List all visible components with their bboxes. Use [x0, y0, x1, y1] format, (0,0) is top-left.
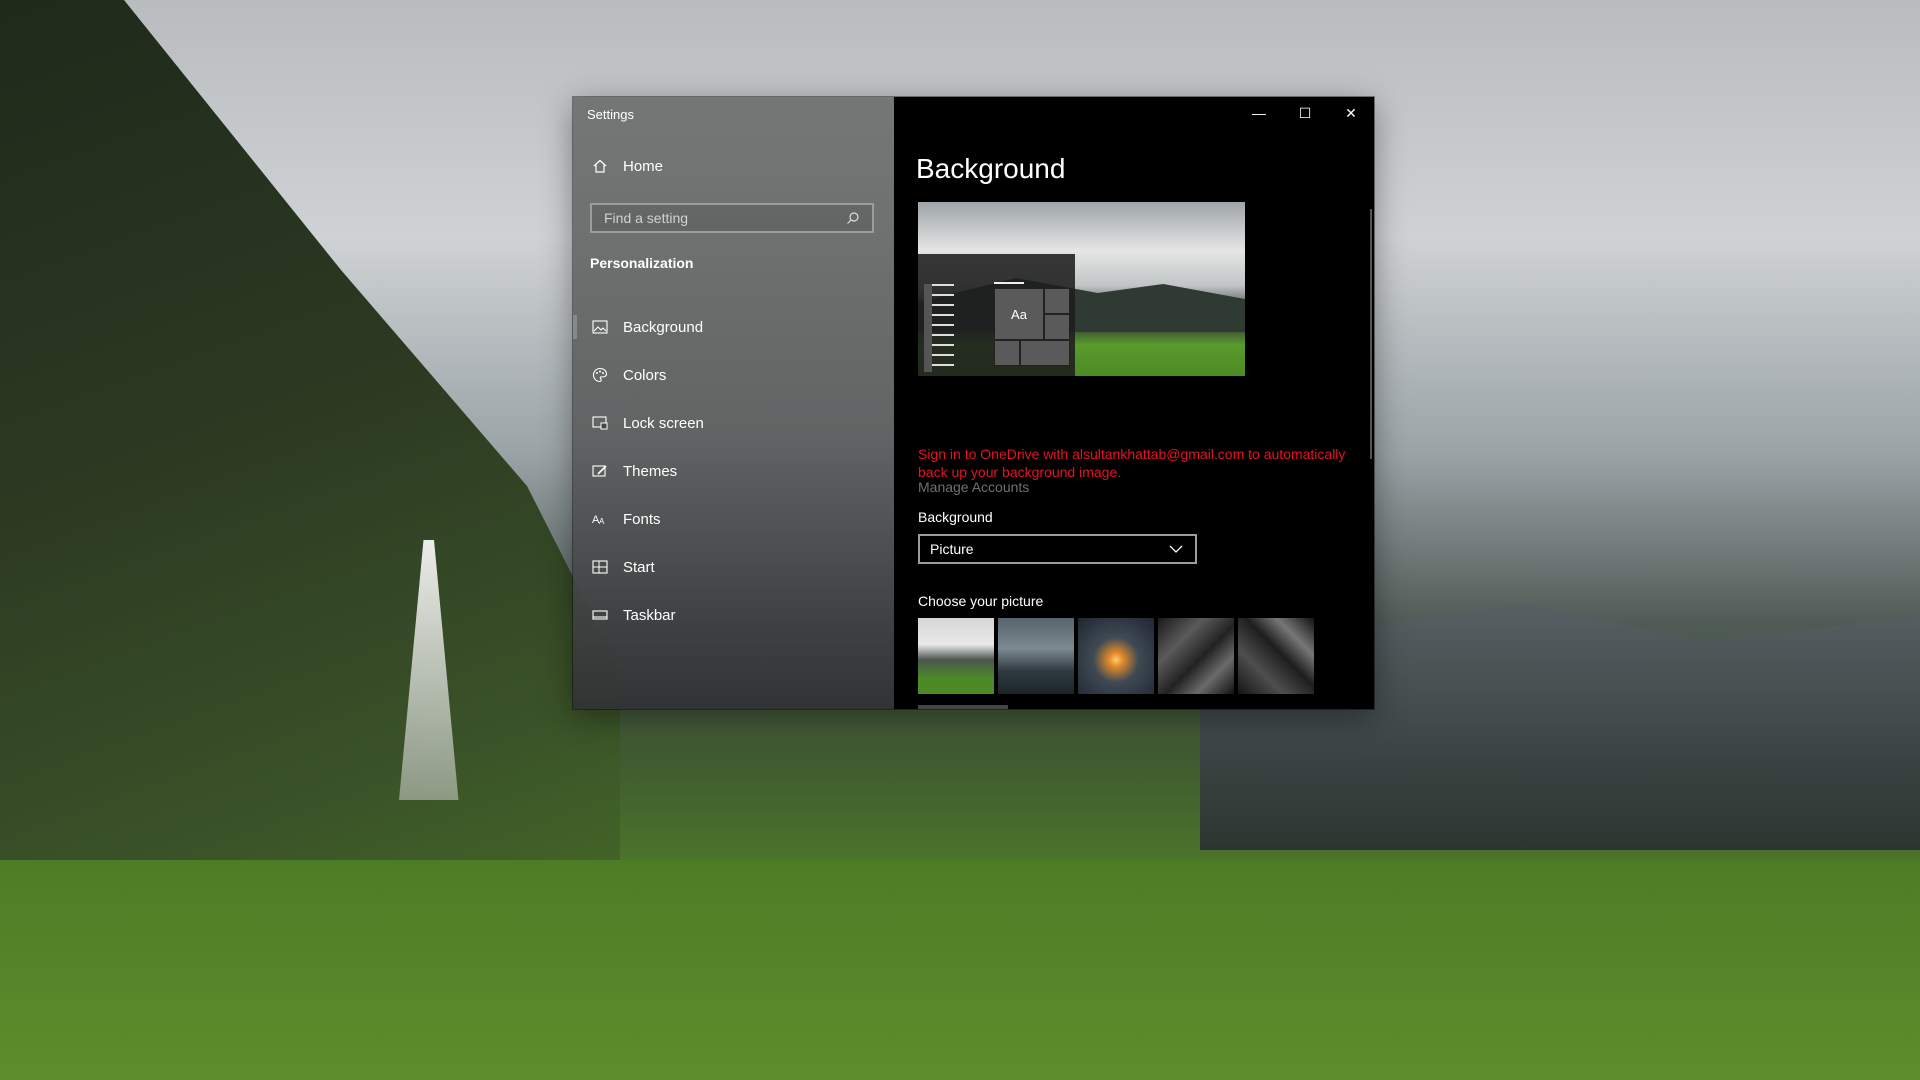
- sidebar-item-start[interactable]: Start: [573, 543, 894, 591]
- content-pane: — ☐ ✕ Background Aa Sign in to OneDrive …: [894, 97, 1374, 709]
- sidebar-item-label: Colors: [623, 366, 667, 384]
- font-icon: AA: [591, 510, 609, 528]
- sidebar-item-label: Fonts: [623, 510, 661, 528]
- minimize-button[interactable]: —: [1236, 97, 1282, 129]
- palette-icon: [591, 366, 609, 384]
- brush-icon: [591, 462, 609, 480]
- picture-thumbnail[interactable]: [998, 618, 1074, 694]
- background-type-select[interactable]: Picture: [918, 534, 1197, 564]
- sidebar-item-label: Lock screen: [623, 414, 704, 432]
- choose-picture-label: Choose your picture: [918, 593, 1044, 609]
- settings-window: Settings Home Personalization Background: [573, 97, 1374, 709]
- sidebar-item-background[interactable]: Background: [573, 303, 894, 351]
- background-preview: Aa: [918, 202, 1245, 376]
- preview-bar: [994, 282, 1024, 284]
- picture-thumbnail[interactable]: [1158, 618, 1234, 694]
- close-button[interactable]: ✕: [1328, 97, 1374, 129]
- svg-text:A: A: [599, 517, 605, 526]
- preview-tile: [1044, 288, 1070, 314]
- scrollbar[interactable]: [1370, 209, 1372, 459]
- search-icon[interactable]: [844, 209, 862, 227]
- sidebar-item-colors[interactable]: Colors: [573, 351, 894, 399]
- preview-app-list: [932, 284, 960, 374]
- lock-screen-icon: [591, 414, 609, 432]
- sidebar-item-fonts[interactable]: AA Fonts: [573, 495, 894, 543]
- chevron-down-icon: [1167, 540, 1185, 558]
- sidebar-item-label: Taskbar: [623, 606, 676, 624]
- sidebar-item-taskbar[interactable]: Taskbar: [573, 591, 894, 639]
- preview-rail: [924, 284, 932, 372]
- onedrive-message: Sign in to OneDrive with alsultankhattab…: [918, 446, 1346, 480]
- start-icon: [591, 558, 609, 576]
- picture-thumbnail[interactable]: [1078, 618, 1154, 694]
- window-title: Settings: [587, 107, 634, 122]
- page-title: Background: [916, 153, 1066, 184]
- home-icon: [591, 157, 609, 175]
- desktop-wallpaper-meadow: [0, 860, 1920, 1080]
- sidebar-item-label: Background: [623, 318, 704, 336]
- preview-tile: [994, 340, 1020, 366]
- preview-start-menu: Aa: [918, 254, 1075, 376]
- sidebar: Settings Home Personalization Background: [573, 97, 894, 709]
- browse-button-edge[interactable]: [918, 705, 1008, 709]
- manage-accounts-link[interactable]: Manage Accounts: [918, 479, 1029, 495]
- preview-tile: [1044, 314, 1070, 340]
- maximize-button[interactable]: ☐: [1282, 97, 1328, 129]
- sidebar-item-label: Start: [623, 558, 655, 576]
- picture-thumbnails: [918, 618, 1314, 694]
- search-input[interactable]: [602, 209, 845, 227]
- sidebar-item-themes[interactable]: Themes: [573, 447, 894, 495]
- home-link[interactable]: Home: [591, 157, 663, 175]
- picture-thumbnail[interactable]: [1238, 618, 1314, 694]
- sidebar-nav: Background Colors Lock screen Themes A A…: [573, 303, 894, 639]
- sidebar-item-label: Themes: [623, 462, 678, 480]
- background-type-value: Picture: [930, 541, 974, 557]
- picture-thumbnail[interactable]: [918, 618, 994, 694]
- picture-icon: [591, 318, 609, 336]
- section-title: Personalization: [590, 255, 694, 271]
- taskbar-icon: [591, 606, 609, 624]
- caption-buttons: — ☐ ✕: [1236, 97, 1374, 129]
- preview-tile: [1020, 340, 1070, 366]
- sidebar-item-lock-screen[interactable]: Lock screen: [573, 399, 894, 447]
- preview-tile-aa: Aa: [994, 288, 1044, 340]
- search-box[interactable]: [590, 203, 874, 233]
- background-label: Background: [918, 509, 993, 525]
- home-label: Home: [623, 157, 664, 175]
